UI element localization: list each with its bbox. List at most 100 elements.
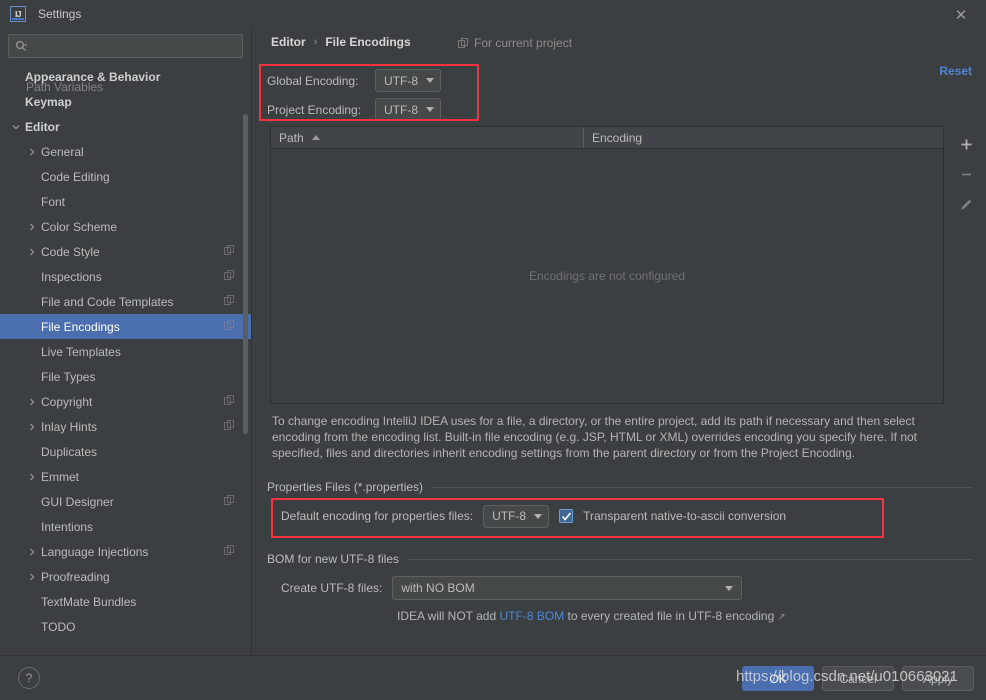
search-wrapper: [0, 28, 251, 62]
search-input[interactable]: [31, 39, 236, 53]
chevron-right-icon[interactable]: [26, 471, 38, 483]
close-icon[interactable]: ✕: [950, 4, 972, 26]
bom-hint-prefix: IDEA will NOT add: [397, 609, 500, 623]
sidebar-item-gui-designer[interactable]: GUI Designer: [0, 489, 251, 514]
sidebar-item-proofreading[interactable]: Proofreading: [0, 564, 251, 589]
sort-ascending-icon: [311, 135, 320, 140]
chevron-right-icon[interactable]: [26, 421, 38, 433]
sidebar-item-live-templates[interactable]: Live Templates: [0, 339, 251, 364]
reset-link[interactable]: Reset: [939, 64, 972, 78]
sidebar-item-label: Language Injections: [41, 544, 149, 559]
sidebar-item-copyright[interactable]: Copyright: [0, 389, 251, 414]
default-encoding-label: Default encoding for properties files:: [281, 509, 474, 523]
sidebar-item-intentions[interactable]: Intentions: [0, 514, 251, 539]
sidebar-item-label: Proofreading: [41, 569, 110, 584]
main-panel: Editor › File Encodings For current proj…: [253, 28, 986, 655]
external-link-icon: ↗: [777, 612, 786, 623]
properties-encoding-dropdown[interactable]: UTF-8: [483, 504, 550, 528]
sidebar-item-file-types[interactable]: File Types: [0, 364, 251, 389]
chevron-right-icon[interactable]: [26, 221, 38, 233]
chevron-right-icon: [30, 548, 35, 555]
bom-hint: IDEA will NOT add UTF-8 BOM to every cre…: [267, 609, 972, 623]
search-icon: [15, 40, 27, 51]
sidebar-item-general[interactable]: General: [0, 139, 251, 164]
sidebar-item-emmet[interactable]: Emmet: [0, 464, 251, 489]
sidebar-item-label: Code Editing: [41, 169, 110, 184]
project-encoding-dropdown[interactable]: UTF-8: [375, 98, 441, 121]
apply-button[interactable]: Apply: [902, 666, 974, 691]
sidebar-item-file-and-code-templates[interactable]: File and Code Templates: [0, 289, 251, 314]
sidebar-item-label: Duplicates: [41, 444, 98, 459]
sidebar-item-inlay-hints[interactable]: Inlay Hints: [0, 414, 251, 439]
sidebar-item-label: File Types: [41, 369, 96, 384]
sidebar-item-path-variables[interactable]: Path Variables: [0, 74, 119, 99]
sidebar-item-label: File Encodings: [41, 319, 120, 334]
column-header-encoding[interactable]: Encoding: [584, 127, 943, 148]
for-current-project-text: For current project: [474, 36, 573, 50]
add-icon[interactable]: [953, 131, 979, 157]
sidebar-item-color-scheme[interactable]: Color Scheme: [0, 214, 251, 239]
sidebar-scrollbar[interactable]: [243, 114, 248, 434]
sidebar-item-language-injections[interactable]: Language Injections: [0, 539, 251, 564]
sidebar-item-duplicates[interactable]: Duplicates: [0, 439, 251, 464]
sidebar-item-label: Inspections: [41, 269, 102, 284]
properties-group-title-text: Properties Files (*.properties): [267, 480, 424, 494]
column-header-encoding-label: Encoding: [592, 130, 643, 145]
sidebar-item-label: TODO: [41, 619, 76, 634]
sidebar-item-file-encodings[interactable]: File Encodings: [0, 314, 251, 339]
chevron-right-icon[interactable]: [26, 546, 38, 558]
search-box[interactable]: [8, 34, 243, 58]
chevron-right-icon[interactable]: [26, 396, 38, 408]
cancel-button[interactable]: Cancel: [822, 666, 894, 691]
project-encoding-row: Project Encoding: UTF-8: [267, 95, 485, 124]
chevron-down-icon: [534, 513, 543, 519]
project-scope-icon-wrap: [224, 319, 235, 334]
dialog-button-row: OK Cancel Apply: [742, 666, 974, 691]
chevron-down-icon: [426, 107, 434, 112]
table-toolbar: [945, 126, 986, 404]
for-current-project-label: For current project: [458, 36, 572, 50]
create-utf8-dropdown[interactable]: with NO BOM: [392, 576, 743, 600]
transparent-conversion-label[interactable]: Transparent native-to-ascii conversion: [583, 509, 786, 523]
transparent-conversion-checkbox[interactable]: [559, 509, 574, 523]
remove-icon[interactable]: [953, 161, 979, 187]
chevron-down-icon: [426, 78, 434, 83]
breadcrumb-separator-icon: ›: [313, 36, 318, 48]
global-encoding-dropdown[interactable]: UTF-8: [375, 69, 441, 92]
sidebar-item-label: Emmet: [41, 469, 80, 484]
breadcrumb-parent[interactable]: Editor: [271, 35, 306, 49]
help-button[interactable]: ?: [18, 667, 40, 689]
sidebar-item-inspections[interactable]: Inspections: [0, 264, 251, 289]
utf8-bom-link[interactable]: UTF-8 BOM: [499, 609, 564, 623]
chevron-down-icon: [12, 124, 20, 129]
sidebar-item-label: Code Style: [41, 244, 100, 259]
project-scope-icon: [224, 269, 234, 280]
intellij-logo-icon: IJ: [10, 6, 26, 22]
project-scope-icon: [458, 37, 468, 48]
sidebar-item-code-editing[interactable]: Code Editing: [0, 164, 251, 189]
project-scope-icon: [224, 294, 234, 305]
chevron-right-icon[interactable]: [26, 146, 38, 158]
sidebar-item-font[interactable]: Font: [0, 189, 251, 214]
sidebar-item-code-style[interactable]: Code Style: [0, 239, 251, 264]
chevron-right-icon: [30, 248, 35, 255]
project-scope-icon-wrap: [224, 394, 235, 409]
sidebar-item-label: Inlay Hints: [41, 419, 98, 434]
edit-icon[interactable]: [953, 191, 979, 217]
chevron-right-icon[interactable]: [26, 246, 38, 258]
chevron-right-icon: [30, 423, 35, 430]
sidebar-item-editor[interactable]: Editor: [0, 114, 251, 139]
global-encoding-row: Global Encoding: UTF-8: [267, 66, 485, 95]
sidebar-item-label: Color Scheme: [41, 219, 118, 234]
sidebar-item-todo[interactable]: TODO: [0, 614, 251, 639]
sidebar-item-textmate-bundles[interactable]: TextMate Bundles: [0, 589, 251, 614]
breadcrumb: Editor › File Encodings: [271, 35, 411, 49]
project-scope-icon: [224, 544, 234, 555]
chevron-right-icon[interactable]: [26, 571, 38, 583]
encodings-description: To change encoding IntelliJ IDEA uses fo…: [272, 414, 917, 460]
sidebar-item-label: Path Variables: [26, 79, 104, 94]
column-header-path[interactable]: Path: [271, 127, 584, 148]
chevron-down-icon[interactable]: [10, 121, 22, 133]
ok-button[interactable]: OK: [742, 666, 814, 691]
project-scope-icon: [224, 394, 234, 405]
